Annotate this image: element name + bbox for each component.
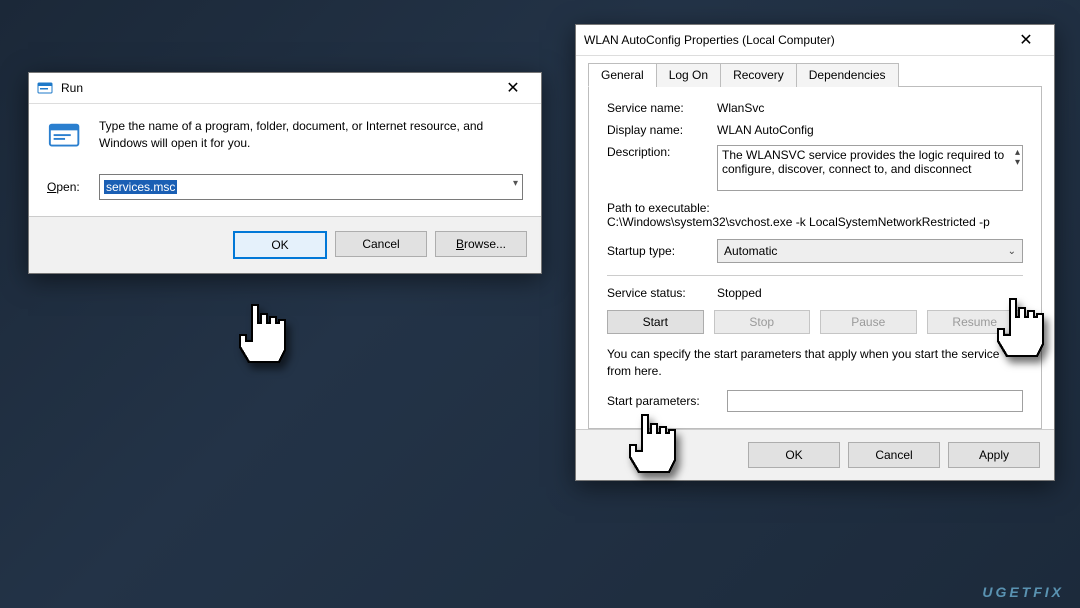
- start-params-input[interactable]: [727, 390, 1023, 412]
- run-title: Run: [61, 81, 493, 95]
- value-service-name: WlanSvc: [717, 101, 764, 115]
- label-path: Path to executable:: [607, 201, 1023, 215]
- run-dialog: Run ✕ Type the name of a program, folder…: [28, 72, 542, 274]
- tab-recovery[interactable]: Recovery: [720, 63, 797, 87]
- service-control-row: Start Stop Pause Resume: [607, 310, 1023, 334]
- browse-button[interactable]: Browse...: [435, 231, 527, 257]
- close-icon[interactable]: ✕: [493, 74, 533, 102]
- ok-button[interactable]: OK: [233, 231, 327, 259]
- value-path: C:\Windows\system32\svchost.exe -k Local…: [607, 215, 1023, 229]
- cancel-button[interactable]: Cancel: [335, 231, 427, 257]
- label-start-params: Start parameters:: [607, 394, 727, 408]
- props-footer: OK Cancel Apply: [576, 429, 1054, 480]
- resume-button: Resume: [927, 310, 1024, 334]
- props-titlebar[interactable]: WLAN AutoConfig Properties (Local Comput…: [576, 25, 1054, 56]
- ok-button[interactable]: OK: [748, 442, 840, 468]
- description-textarea[interactable]: The WLANSVC service provides the logic r…: [717, 145, 1023, 191]
- value-display-name: WLAN AutoConfig: [717, 123, 814, 137]
- value-service-status: Stopped: [717, 286, 762, 300]
- tabs-row: General Log On Recovery Dependencies: [588, 62, 1042, 87]
- close-icon[interactable]: ✕: [1006, 26, 1046, 54]
- label-startup-type: Startup type:: [607, 244, 717, 258]
- apply-button[interactable]: Apply: [948, 442, 1040, 468]
- label-service-status: Service status:: [607, 286, 717, 300]
- tab-content: Service name: WlanSvc Display name: WLAN…: [588, 87, 1042, 429]
- cursor-icon: [228, 302, 288, 380]
- open-input[interactable]: services.msc ▾: [99, 174, 523, 200]
- start-button[interactable]: Start: [607, 310, 704, 334]
- scroll-up-icon[interactable]: ▴▾: [1015, 148, 1020, 168]
- run-button-row: OK Cancel Browse...: [29, 216, 541, 273]
- watermark: UGETFIX: [982, 584, 1064, 600]
- chevron-down-icon[interactable]: ⌄: [1008, 246, 1016, 257]
- cancel-button[interactable]: Cancel: [848, 442, 940, 468]
- tab-deps[interactable]: Dependencies: [796, 63, 899, 87]
- tab-general[interactable]: General: [588, 63, 657, 87]
- label-description: Description:: [607, 145, 717, 159]
- properties-dialog: WLAN AutoConfig Properties (Local Comput…: [575, 24, 1055, 481]
- tab-logon[interactable]: Log On: [656, 63, 721, 87]
- start-params-hint: You can specify the start parameters tha…: [607, 346, 1023, 380]
- chevron-down-icon[interactable]: ▾: [513, 178, 518, 189]
- label-display-name: Display name:: [607, 123, 717, 137]
- run-program-icon: [47, 118, 85, 156]
- run-titlebar[interactable]: Run ✕: [29, 73, 541, 104]
- separator: [607, 275, 1023, 276]
- startup-type-select[interactable]: Automatic ⌄: [717, 239, 1023, 263]
- pause-button: Pause: [820, 310, 917, 334]
- run-icon: [37, 80, 53, 96]
- open-input-value: services.msc: [104, 180, 177, 194]
- open-label: Open:: [47, 180, 87, 194]
- run-hint-text: Type the name of a program, folder, docu…: [99, 118, 523, 156]
- label-service-name: Service name:: [607, 101, 717, 115]
- props-title: WLAN AutoConfig Properties (Local Comput…: [584, 33, 1006, 47]
- stop-button: Stop: [714, 310, 811, 334]
